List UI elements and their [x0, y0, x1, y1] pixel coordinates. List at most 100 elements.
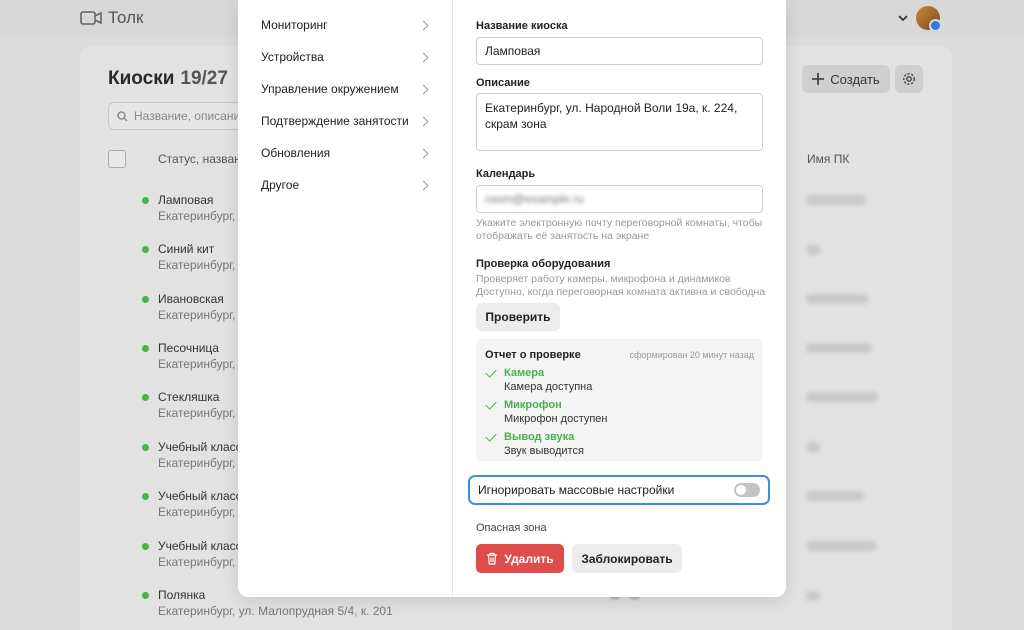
danger-zone-title: Опасная зона [476, 522, 547, 534]
description-label: Описание [476, 77, 530, 89]
hardware-check-availability: Доступно, когда переговорная комната акт… [476, 286, 766, 298]
status-dot [142, 394, 149, 401]
pc-name-blurred [806, 392, 878, 402]
search-input[interactable]: Название, описание [108, 102, 258, 130]
ignore-mass-settings-label: Игнорировать массовые настройки [478, 483, 675, 497]
kiosk-address: Екатеринбург, ул. [158, 555, 238, 569]
ignore-mass-settings-row[interactable]: Игнорировать массовые настройки [468, 475, 770, 505]
kiosk-name: Учебный класс [158, 539, 238, 553]
pc-name-blurred [806, 343, 872, 353]
kiosk-address: Екатеринбург, ул. Народной Воли 19а, к. … [158, 209, 238, 223]
kiosk-address: Екатеринбург, ул. [158, 258, 238, 272]
kiosk-address: Екатеринбург, ул. [158, 308, 238, 322]
hardware-check-desc: Проверяет работу камеры, микрофона и дин… [476, 273, 731, 285]
nav-item-label: Управление окружением [261, 82, 399, 96]
status-dot [142, 296, 149, 303]
block-button[interactable]: Заблокировать [572, 544, 682, 573]
pc-name-blurred [806, 245, 820, 255]
video-camera-icon [80, 11, 102, 25]
select-all-checkbox[interactable] [108, 150, 126, 168]
chevron-right-icon [418, 84, 429, 94]
check-status: Вывод звука [504, 431, 575, 443]
column-header-pc[interactable]: Имя ПК [807, 152, 849, 166]
calendar-value: room@example.ru [485, 192, 584, 206]
kiosk-name: Ивановская [158, 292, 224, 306]
nav-item-devices[interactable]: Устройства [261, 47, 431, 67]
nav-item-label: Другое [261, 178, 300, 192]
calendar-hint: Укажите электронную почту переговорной к… [476, 217, 763, 242]
kiosk-address: Екатеринбург, ул. [158, 456, 238, 470]
status-dot [142, 197, 149, 204]
chevron-down-icon[interactable] [898, 14, 908, 22]
check-status: Камера [504, 367, 545, 379]
delete-button[interactable]: Удалить [476, 544, 564, 573]
name-label: Название киоска [476, 20, 568, 32]
kiosk-settings-modal: Мониторинг Устройства Управление окружен… [238, 0, 786, 597]
pc-name-blurred [806, 541, 876, 551]
kiosk-address: Екатеринбург, ул. [158, 357, 238, 371]
nav-item-label: Мониторинг [261, 18, 328, 32]
nav-item-environment[interactable]: Управление окружением [261, 79, 431, 99]
create-button[interactable]: Создать [802, 65, 890, 93]
create-button-label: Создать [830, 71, 880, 87]
pc-name-blurred [806, 491, 864, 501]
settings-button[interactable] [895, 65, 923, 93]
kiosk-address: Екатеринбург, ул. [158, 505, 238, 519]
pc-name-blurred [806, 195, 866, 205]
chevron-right-icon [418, 116, 429, 126]
kiosk-address: Екатеринбург, ул. Малопрудная 5/4, к. 20… [158, 604, 393, 618]
settings-nav: Мониторинг Устройства Управление окружен… [238, 0, 453, 597]
kiosk-name-field[interactable]: Ламповая [476, 37, 763, 65]
chevron-right-icon [418, 20, 429, 30]
kiosk-count: 19/27 [180, 68, 228, 89]
nav-item-updates[interactable]: Обновления [261, 143, 431, 163]
check-desc: Камера доступна [504, 381, 593, 393]
nav-item-monitoring[interactable]: Мониторинг [261, 15, 431, 35]
hardware-check-title: Проверка оборудования [476, 258, 611, 270]
kiosk-name: Стекляшка [158, 390, 220, 404]
calendar-field[interactable]: room@example.ru [476, 185, 763, 213]
check-icon [485, 430, 497, 442]
description-field[interactable]: Екатеринбург, ул. Народной Воли 19а, к. … [476, 93, 763, 151]
check-icon [485, 366, 497, 378]
status-dot [142, 246, 149, 253]
kiosk-name: Учебный класс [158, 440, 238, 454]
check-report: Отчет о проверке сформирован 20 минут на… [476, 339, 763, 461]
app-logo[interactable]: Толк [80, 8, 144, 28]
app-name: Толк [108, 8, 144, 27]
chevron-right-icon [418, 180, 429, 190]
pc-name-blurred [806, 442, 820, 452]
check-status: Микрофон [504, 399, 562, 411]
pc-name-blurred [806, 591, 820, 601]
kiosk-address: Екатеринбург, ул. [158, 406, 238, 420]
kiosk-name: Ламповая [158, 193, 214, 207]
status-dot [142, 345, 149, 352]
status-dot [142, 543, 149, 550]
avatar[interactable] [916, 6, 942, 32]
check-desc: Микрофон доступен [504, 413, 608, 425]
pc-name-blurred [806, 294, 868, 304]
report-title: Отчет о проверке [485, 349, 581, 361]
status-dot [142, 444, 149, 451]
kiosk-name: Синий кит [158, 242, 215, 256]
search-placeholder: Название, описание [134, 109, 247, 123]
nav-item-other[interactable]: Другое [261, 175, 431, 195]
nav-item-label: Обновления [261, 146, 331, 160]
check-icon [485, 398, 497, 410]
check-button[interactable]: Проверить [476, 303, 560, 331]
nav-item-occupancy[interactable]: Подтверждение занятости [261, 111, 431, 131]
report-timestamp: сформирован 20 минут назад [629, 350, 754, 360]
ignore-mass-settings-toggle[interactable] [734, 483, 760, 497]
column-header-status[interactable]: Статус, название [158, 152, 238, 166]
plus-icon [812, 73, 825, 85]
status-dot [142, 493, 149, 500]
nav-item-label: Устройства [261, 50, 324, 64]
check-desc: Звук выводится [504, 445, 584, 457]
nav-item-label: Подтверждение занятости [261, 114, 409, 128]
kiosk-name: Песочница [158, 341, 219, 355]
chevron-right-icon [418, 148, 429, 158]
page-title: Киоски 19/27 [108, 68, 228, 90]
chevron-right-icon [418, 52, 429, 62]
search-icon [117, 110, 128, 121]
page-title-text: Киоски [108, 68, 175, 89]
